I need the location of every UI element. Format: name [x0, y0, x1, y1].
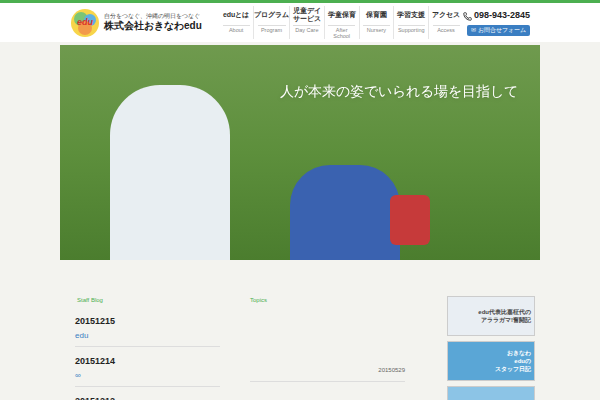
company-name: 株式会社おきなわedu: [104, 20, 202, 33]
nav-item[interactable]: プログラムProgram: [253, 6, 289, 39]
blog-entry[interactable]: 20151215edu: [75, 315, 220, 347]
nav-item[interactable]: 児童デイサービスDay Care: [289, 6, 324, 39]
banners: edu代表比嘉柾代のアララガマ!奮闘記おきなわeduのスタッフ日記: [447, 296, 535, 400]
topic-entry[interactable]: 20150529: [250, 355, 405, 382]
staff-blog: Staff Blog 20151215edu 20151214∞ 20151212: [65, 296, 230, 400]
blog-entry[interactable]: 20151212: [75, 395, 220, 400]
main-nav: eduとはAboutプログラムProgram児童デイサービスDay Care学童…: [219, 6, 463, 39]
logo[interactable]: edu 自分をつなぐ、沖縄の明日をつなぐ株式会社おきなわedu: [70, 8, 217, 38]
topics: Topics 20150529: [250, 296, 405, 400]
banner[interactable]: おきなわeduのスタッフ日記: [447, 341, 535, 381]
hero-caption: 人が本来の姿でいられる場を目指して: [280, 81, 518, 102]
nav-item[interactable]: 学童保育AfterSchool: [324, 6, 359, 39]
nav-item[interactable]: アクセスAccess: [428, 6, 463, 39]
nav-item[interactable]: 保育園Nursery: [359, 6, 394, 39]
page: edu 自分をつなぐ、沖縄の明日をつなぐ株式会社おきなわedu eduとはAbout…: [0, 0, 600, 400]
nav-item[interactable]: 学習支援Supporting: [393, 6, 428, 39]
phone[interactable]: 098-943-2845: [463, 9, 530, 23]
section-title: Staff Blog: [77, 296, 220, 305]
section-title: Topics: [250, 296, 405, 305]
banner[interactable]: edu代表比嘉柾代のアララガマ!奮闘記: [447, 296, 535, 336]
phone-icon: [463, 12, 472, 21]
hero-image: 人が本来の姿でいられる場を目指して: [60, 45, 540, 260]
banner[interactable]: [447, 386, 535, 400]
header: edu 自分をつなぐ、沖縄の明日をつなぐ株式会社おきなわedu eduとはAbout…: [0, 0, 600, 42]
nav-item[interactable]: eduとはAbout: [219, 6, 253, 39]
contact-button[interactable]: ✉ お問合せフォーム: [467, 25, 530, 36]
logo-mark: edu: [70, 8, 100, 38]
blog-entry[interactable]: 20151214∞: [75, 355, 220, 387]
logo-tagline: 自分をつなぐ、沖縄の明日をつなぐ: [104, 13, 202, 21]
